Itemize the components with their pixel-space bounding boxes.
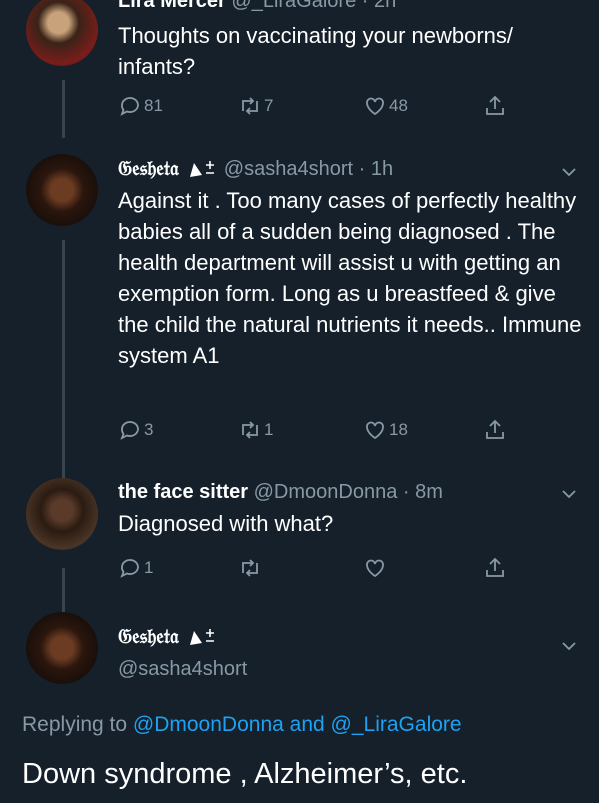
emoji-badge-icon (190, 160, 215, 177)
timestamp[interactable]: 2h (374, 0, 396, 12)
display-name[interactable]: 𝔊𝔢𝔰𝔥𝔢𝔱𝔞 (118, 158, 179, 180)
like-button[interactable] (363, 556, 389, 580)
share-icon (486, 557, 504, 577)
separator: · (356, 0, 374, 12)
like-button[interactable]: 18 (363, 418, 408, 442)
reply-icon (120, 421, 139, 440)
tweet-header: 𝔊𝔢𝔰𝔥𝔢𝔱𝔞 @sasha4short · 1h (118, 158, 393, 181)
display-name[interactable]: the face sitter (118, 481, 248, 503)
share-icon (486, 95, 504, 115)
reply-icon (120, 97, 139, 116)
avatar[interactable] (26, 0, 98, 66)
tweet-header: Lira Mercer @_LiraGalore · 2h (118, 0, 396, 13)
retweet-count: 1 (264, 420, 274, 439)
tweet[interactable]: 𝔊𝔢𝔰𝔥𝔢𝔱𝔞 @sasha4short · 1h Against it . T… (0, 148, 599, 458)
avatar[interactable] (26, 154, 98, 226)
separator: · (353, 158, 371, 180)
tweet-menu-button[interactable] (561, 638, 577, 654)
tweet-actions: 1 (118, 556, 518, 586)
reply-icon (120, 559, 139, 578)
tweet-actions: 3 1 18 (118, 418, 518, 448)
share-icon (486, 419, 504, 439)
share-button[interactable] (483, 556, 507, 580)
separator: · (397, 481, 416, 503)
reply-count: 3 (144, 420, 154, 439)
display-name[interactable]: Lira Mercer (118, 0, 226, 12)
handle[interactable]: @_LiraGalore (231, 0, 356, 12)
avatar[interactable] (26, 478, 98, 550)
tweet-header: the face sitter @DmoonDonna · 8m (118, 481, 443, 504)
tweet[interactable]: the face sitter @DmoonDonna · 8m Diagnos… (0, 470, 599, 600)
retweet-button[interactable]: 7 (238, 94, 273, 118)
like-count: 18 (389, 420, 408, 439)
retweet-count: 7 (264, 96, 274, 115)
timestamp[interactable]: 8m (415, 481, 443, 503)
reply-button[interactable]: 3 (118, 418, 153, 442)
tweet-header: 𝔊𝔢𝔰𝔥𝔢𝔱𝔞 (118, 626, 218, 649)
tweet-text: Against it . Too many cases of perfectly… (118, 188, 582, 368)
handle[interactable]: @DmoonDonna (254, 481, 398, 503)
like-button[interactable]: 48 (363, 94, 408, 118)
chevron-down-icon (562, 168, 576, 177)
emoji-badge-icon (190, 628, 215, 645)
mention-link[interactable]: @DmoonDonna (133, 713, 284, 736)
replying-prefix: Replying to (22, 713, 128, 736)
chevron-down-icon (562, 490, 576, 499)
mention-and: and (289, 713, 325, 736)
reply-count: 81 (144, 96, 163, 115)
reply-button[interactable]: 1 (118, 556, 153, 580)
reply-button[interactable]: 81 (118, 94, 163, 118)
tweet-menu-button[interactable] (561, 486, 577, 502)
retweet-button[interactable] (238, 556, 264, 580)
reply-count: 1 (144, 558, 154, 577)
focused-tweet-text: Down syndrome , Alzheimer’s, etc. (22, 758, 468, 790)
handle[interactable]: @sasha4short (118, 658, 247, 680)
share-button[interactable] (483, 94, 507, 118)
retweet-icon (242, 421, 258, 439)
timestamp[interactable]: 1h (371, 158, 393, 180)
retweet-icon (242, 559, 258, 577)
share-button[interactable] (483, 418, 507, 442)
retweet-icon (242, 97, 258, 115)
handle[interactable]: @sasha4short (224, 158, 353, 180)
tweet-text: Diagnosed with what? (118, 511, 334, 536)
display-name[interactable]: 𝔊𝔢𝔰𝔥𝔢𝔱𝔞 (118, 626, 179, 648)
tweet-menu-button[interactable] (561, 164, 577, 180)
handle-row: @sasha4short (118, 658, 247, 681)
retweet-button[interactable]: 1 (238, 418, 273, 442)
like-count: 48 (389, 96, 408, 115)
avatar[interactable] (26, 612, 98, 684)
chevron-down-icon (562, 642, 576, 651)
like-icon (366, 97, 384, 116)
replying-to: Replying to @DmoonDonna and @_LiraGalore (22, 713, 462, 737)
like-icon (366, 421, 384, 440)
like-icon (366, 559, 384, 578)
mention-link[interactable]: @_LiraGalore (331, 713, 462, 736)
tweet[interactable]: Lira Mercer @_LiraGalore · 2h Thoughts o… (0, 0, 599, 140)
tweet-actions: 81 7 48 (118, 94, 518, 124)
tweet-text: Thoughts on vaccinating your newborns/ i… (118, 23, 514, 79)
